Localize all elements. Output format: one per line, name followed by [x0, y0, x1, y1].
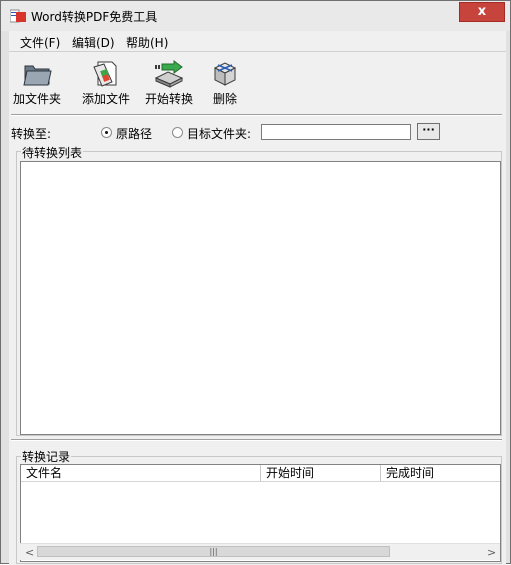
radio-original-path[interactable] [101, 127, 112, 138]
menu-help[interactable]: 帮助(H) [126, 34, 168, 51]
add-folder-label: 加文件夹 [12, 92, 61, 106]
menu-bar: 文件(F) 编辑(D) 帮助(H) [9, 31, 506, 52]
start-convert-button[interactable]: 开始转换 [142, 58, 196, 114]
convert-to-label: 转换至: [11, 127, 52, 141]
scroll-thumb[interactable]: ||| [37, 546, 390, 557]
column-header-start-time[interactable]: 开始时间 [261, 465, 381, 482]
start-convert-label: 开始转换 [144, 92, 193, 106]
horizontal-scrollbar[interactable]: < ||| > [20, 543, 500, 560]
radio-target-folder-label[interactable]: 目标文件夹: [187, 125, 251, 142]
main-panel: 加文件夹 添加文件 开始转换 删除 转换至: 原路径 目标文件夹: ··· 待转… [9, 52, 506, 565]
column-header-filename[interactable]: 文件名 [21, 465, 261, 482]
window-title: Word转换PDF免费工具 [31, 10, 158, 24]
app-window: Word转换PDF免费工具 x 文件(F) 编辑(D) 帮助(H) 加文件夹 添… [0, 0, 511, 565]
radio-original-path-label[interactable]: 原路径 [116, 125, 152, 142]
delete-button[interactable]: 删除 [205, 58, 245, 114]
close-button[interactable]: x [459, 2, 505, 22]
folder-icon [23, 65, 52, 86]
column-header-finish-time[interactable]: 完成时间 [381, 465, 500, 482]
target-folder-input[interactable] [261, 124, 411, 140]
add-folder-button[interactable]: 加文件夹 [11, 58, 63, 114]
delete-label: 删除 [212, 92, 237, 106]
start-convert-icon [154, 60, 184, 88]
radio-target-folder[interactable] [172, 127, 183, 138]
browse-button[interactable]: ··· [417, 123, 440, 140]
section-divider [11, 439, 502, 441]
add-file-icon [93, 61, 117, 87]
title-bar[interactable]: Word转换PDF免费工具 x [1, 1, 510, 31]
pending-list[interactable] [20, 161, 501, 435]
app-icon [10, 9, 26, 23]
menu-edit[interactable]: 编辑(D) [72, 34, 115, 51]
log-title: 转换记录 [21, 448, 72, 465]
toolbar-divider [11, 114, 502, 116]
scroll-left-icon[interactable]: < [25, 546, 34, 559]
add-file-label: 添加文件 [81, 92, 130, 106]
add-file-button[interactable]: 添加文件 [79, 58, 133, 114]
delete-icon [213, 62, 237, 86]
ellipsis-icon: ··· [422, 123, 435, 136]
menu-file[interactable]: 文件(F) [20, 34, 60, 51]
close-icon: x [477, 4, 487, 19]
window-border [506, 31, 510, 563]
scroll-right-icon[interactable]: > [487, 546, 496, 559]
pending-list-title: 待转换列表 [21, 144, 84, 161]
